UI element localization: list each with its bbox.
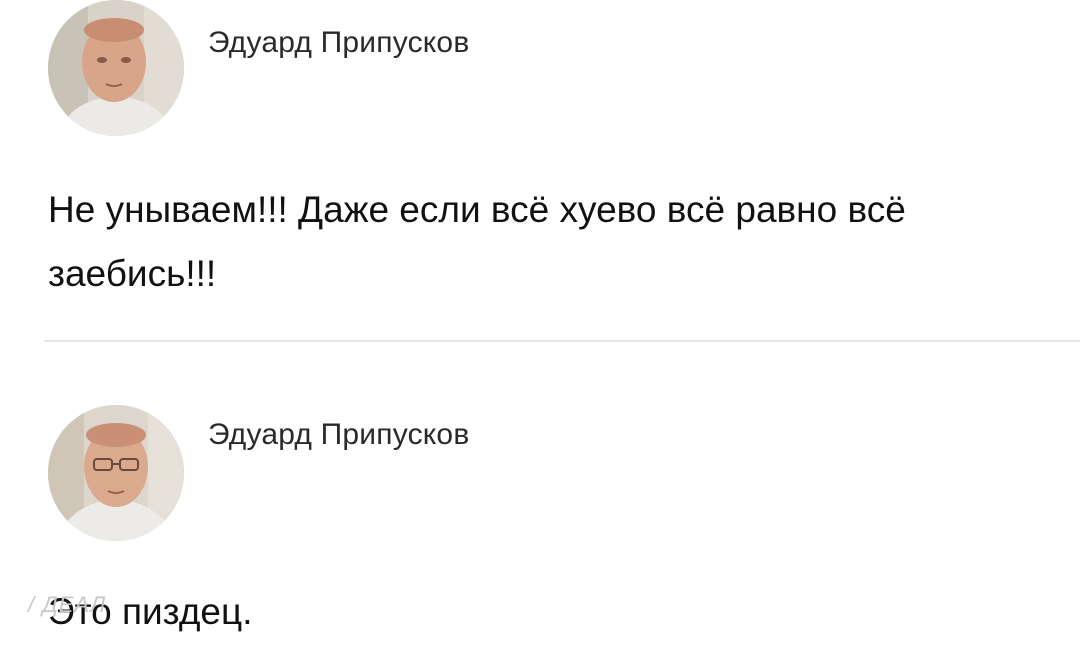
avatar-photo-icon [48, 0, 184, 136]
post: Эдуард Припусков Не унываем!!! Даже если… [0, 0, 1080, 330]
avatar[interactable] [48, 0, 184, 136]
divider [44, 340, 1080, 342]
post-text: Не унываем!!! Даже если всё хуево всё ра… [48, 189, 906, 294]
watermark: / ДЕАЛ [28, 592, 107, 617]
author-name[interactable]: Эдуард Припусков [208, 26, 469, 60]
post: Эдуард Припусков Это пиздец. [0, 390, 1080, 649]
post-text: Это пиздец. [48, 591, 253, 632]
author-name[interactable]: Эдуард Припусков [208, 418, 469, 452]
avatar[interactable] [48, 405, 184, 541]
avatar-photo-icon [48, 405, 184, 541]
